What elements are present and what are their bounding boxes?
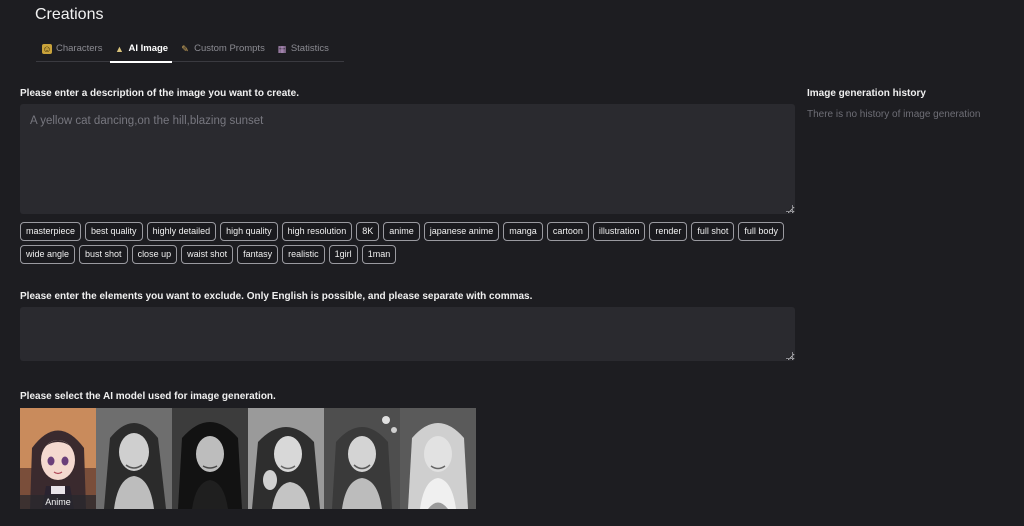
chart-icon: ▦: [277, 43, 287, 54]
tag-chip[interactable]: full body: [738, 222, 784, 241]
tab-label: Custom Prompts: [194, 43, 265, 54]
tag-chip[interactable]: high resolution: [281, 222, 353, 241]
tag-chip[interactable]: illustration: [592, 222, 646, 241]
tag-chip[interactable]: high quality: [220, 222, 278, 241]
tag-chip[interactable]: masterpiece: [20, 222, 82, 241]
tag-chip[interactable]: anime: [383, 222, 420, 241]
tag-chip[interactable]: 1girl: [328, 245, 358, 264]
tag-chip[interactable]: 8K: [356, 222, 380, 241]
model-option-photo-4[interactable]: [324, 408, 400, 509]
model-selector: Anime: [20, 408, 476, 509]
anime-portrait-image: [20, 408, 96, 509]
tag-list: masterpiece best quality highly detailed hi…: [20, 222, 800, 264]
pen-icon: ✎: [181, 43, 189, 54]
model-option-photo-2[interactable]: [172, 408, 248, 509]
ai-image-icon: ▲: [115, 43, 124, 54]
portrait-photo-image: [400, 408, 476, 509]
portrait-photo-image: [324, 408, 400, 509]
tab-characters[interactable]: ☺ Characters: [36, 36, 108, 62]
tag-chip[interactable]: manga: [503, 222, 543, 241]
tag-chip[interactable]: 1man: [361, 245, 397, 264]
tag-chip[interactable]: cartoon: [546, 222, 589, 241]
tag-chip[interactable]: full shot: [691, 222, 735, 241]
tab-label: Characters: [56, 43, 103, 54]
portrait-photo-image: [248, 408, 324, 509]
model-option-photo-5[interactable]: [400, 408, 476, 509]
character-icon: ☺: [42, 43, 52, 54]
portrait-photo-image: [96, 408, 172, 509]
history-empty-text: There is no history of image generation: [807, 109, 981, 120]
model-option-anime[interactable]: Anime: [20, 408, 96, 509]
model-option-photo-3[interactable]: [248, 408, 324, 509]
tag-chip[interactable]: japanese anime: [423, 222, 500, 241]
tab-statistics[interactable]: ▦ Statistics: [271, 36, 335, 62]
tab-label: AI Image: [128, 43, 169, 54]
exclude-input[interactable]: [20, 307, 795, 361]
tab-label: Statistics: [290, 43, 329, 54]
history-title: Image generation history: [807, 88, 926, 99]
tag-chip[interactable]: render: [649, 222, 688, 241]
tag-chip[interactable]: highly detailed: [146, 222, 217, 241]
tab-bar: ☺ Characters ▲ AI Image ✎ Custom Prompts…: [36, 36, 344, 63]
prompt-input[interactable]: [20, 104, 795, 214]
tag-chip[interactable]: wide angle: [20, 245, 76, 264]
prompt-label: Please enter a description of the image …: [20, 88, 299, 99]
tag-chip[interactable]: waist shot: [181, 245, 234, 264]
page-title: Creations: [35, 6, 104, 23]
portrait-photo-image: [172, 408, 248, 509]
model-label: Please select the AI model used for imag…: [20, 391, 276, 402]
exclude-label: Please enter the elements you want to ex…: [20, 291, 533, 302]
model-name: Anime: [20, 495, 96, 509]
tag-chip[interactable]: close up: [131, 245, 178, 264]
tab-ai-image[interactable]: ▲ AI Image: [108, 36, 174, 63]
tag-chip[interactable]: bust shot: [79, 245, 128, 264]
tag-chip[interactable]: fantasy: [237, 245, 279, 264]
tag-chip[interactable]: realistic: [282, 245, 325, 264]
tab-custom-prompts[interactable]: ✎ Custom Prompts: [174, 36, 271, 62]
model-option-photo-1[interactable]: [96, 408, 172, 509]
tag-chip[interactable]: best quality: [85, 222, 143, 241]
